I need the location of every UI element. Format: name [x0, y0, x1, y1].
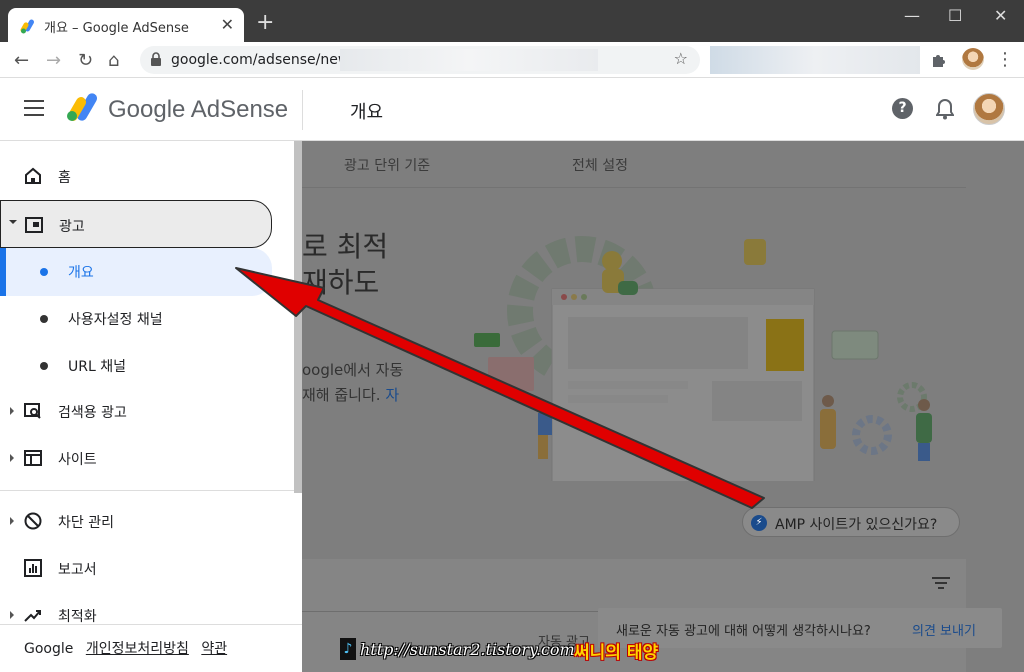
sidebar-item-home[interactable]: 홈: [0, 156, 294, 196]
sidebar-item-label: 검색용 광고: [58, 405, 127, 421]
notification-bell-icon[interactable]: [936, 98, 954, 120]
ads-icon: [25, 217, 43, 233]
active-indicator: [0, 248, 6, 296]
maximize-icon[interactable]: ☐: [948, 6, 962, 25]
minimize-icon[interactable]: —: [904, 6, 920, 25]
watermark-name: 써니의 태양: [574, 643, 659, 663]
tab-global-settings[interactable]: 전체 설정: [572, 155, 628, 175]
url-text: google.com/adsense/new/u: [171, 52, 363, 68]
page-title: 개요: [350, 102, 384, 123]
expand-caret-icon: [10, 517, 14, 525]
expand-caret-icon: [10, 407, 14, 415]
sidebar-item-overview[interactable]: 개요: [0, 248, 272, 296]
blurred-url-region: [340, 49, 598, 71]
profile-avatar[interactable]: [962, 48, 984, 70]
auto-ads-illustration: [474, 236, 932, 481]
sidebar-item-reports[interactable]: 보고서: [0, 548, 294, 588]
body-text-line-2: 재해 줍니다. 자: [302, 384, 399, 405]
browser-tab-strip: 개요 – Google AdSense ✕ + — ☐ ✕: [0, 0, 1024, 42]
help-icon[interactable]: ?: [892, 98, 913, 119]
expand-caret-icon: [10, 611, 14, 619]
blog-watermark: ♪ http://sunstar2.tistory.com 써니의 태양: [340, 636, 690, 666]
sidebar-item-label: URL 채널: [68, 359, 126, 375]
sidebar-item-url-channels[interactable]: URL 채널: [0, 345, 294, 385]
optimization-trend-icon: [24, 610, 41, 622]
footer-google: Google: [24, 641, 74, 657]
sidebar: 홈 광고 개요 사용자설정 채널 URL 채널 검색용 광고 사이트 차단 관리…: [0, 141, 302, 672]
extensions-puzzle-icon[interactable]: [930, 51, 948, 69]
home-icon: [25, 167, 41, 184]
hamburger-menu-icon[interactable]: [24, 100, 44, 116]
tab-close-icon[interactable]: ✕: [221, 15, 234, 34]
sidebar-item-sites[interactable]: 사이트: [0, 438, 294, 478]
sidebar-item-label: 홈: [58, 170, 71, 186]
amp-question-text: AMP 사이트가 있으신가요?: [775, 517, 938, 533]
terms-link[interactable]: 약관: [201, 641, 227, 657]
body-link[interactable]: 자: [385, 386, 399, 404]
bullet-icon: [40, 315, 48, 323]
tab-title: 개요 – Google AdSense: [44, 21, 189, 36]
home-icon[interactable]: ⌂: [108, 50, 119, 71]
reload-icon[interactable]: ↻: [78, 50, 93, 71]
watermark-url: http://sunstar2.tistory.com: [360, 640, 575, 659]
blurred-bookmarks-region: [710, 46, 920, 74]
sidebar-scrollbar[interactable]: [294, 141, 302, 493]
sidebar-item-custom-channels[interactable]: 사용자설정 채널: [0, 298, 294, 338]
body-text-line-2-text: 재해 줍니다.: [302, 386, 381, 404]
block-icon: [24, 512, 42, 530]
account-avatar[interactable]: [973, 93, 1005, 125]
sidebar-item-label: 최적화: [58, 609, 97, 625]
app-header: Google AdSense 개요 ?: [0, 78, 1024, 141]
back-icon[interactable]: ←: [14, 50, 29, 71]
bookmark-star-icon[interactable]: ☆: [674, 49, 688, 68]
forward-icon[interactable]: →: [46, 50, 61, 71]
search-ads-icon: [24, 403, 41, 419]
expand-caret-icon: [9, 220, 17, 224]
amp-lightning-icon: ⚡: [751, 515, 767, 531]
footer-divider: [0, 624, 302, 625]
browser-tab[interactable]: 개요 – Google AdSense ✕: [8, 8, 244, 42]
sidebar-item-label: 사용자설정 채널: [68, 312, 163, 328]
reports-icon: [24, 559, 42, 577]
window-close-icon[interactable]: ✕: [994, 6, 1007, 25]
sidebar-item-label: 보고서: [58, 562, 97, 578]
bullet-icon: [40, 268, 48, 276]
sidebar-item-blocking[interactable]: 차단 관리: [0, 501, 294, 541]
sidebar-item-ads[interactable]: 광고: [0, 200, 272, 248]
adsense-favicon-icon: [20, 19, 34, 34]
sidebar-item-label: 차단 관리: [58, 515, 114, 531]
header-divider: [302, 90, 303, 130]
tabs-divider: [302, 187, 966, 188]
adsense-logo-icon: [67, 93, 97, 121]
headline-line-1: 로 최적: [302, 230, 389, 263]
sidebar-footer: Google 개인정보처리방침 약관: [24, 638, 227, 658]
sidebar-item-optimization[interactable]: 최적화: [0, 595, 294, 635]
send-feedback-link[interactable]: 의견 보내기: [912, 620, 976, 639]
sidebar-divider: [0, 490, 294, 491]
main-content-dimmed: 광고 단위 기준 전체 설정 로 최적 재하도 oogle에서 자동 재해 줍니…: [302, 141, 1024, 672]
new-tab-icon[interactable]: +: [256, 12, 274, 34]
sites-icon: [24, 450, 42, 466]
bullet-icon: [40, 362, 48, 370]
tab-by-ad-unit[interactable]: 광고 단위 기준: [344, 155, 430, 175]
filter-icon[interactable]: [932, 577, 950, 591]
music-note-icon: ♪: [340, 638, 356, 660]
lock-icon: [151, 52, 161, 66]
headline-line-2: 재하도: [302, 266, 380, 299]
sidebar-item-label: 사이트: [58, 452, 97, 468]
address-bar[interactable]: google.com/adsense/new/u ☆: [140, 46, 700, 74]
browser-menu-icon[interactable]: ⋮: [996, 49, 1014, 70]
sidebar-item-label: 광고: [59, 219, 85, 235]
amp-sites-chip[interactable]: ⚡ AMP 사이트가 있으신가요?: [742, 507, 960, 537]
privacy-link[interactable]: 개인정보처리방침: [86, 641, 189, 657]
sidebar-item-search-ads[interactable]: 검색용 광고: [0, 391, 294, 431]
brand-name: Google AdSense: [108, 96, 289, 123]
body-text-line-1: oogle에서 자동: [302, 361, 404, 379]
sidebar-item-label: 개요: [68, 265, 94, 281]
expand-caret-icon: [10, 454, 14, 462]
